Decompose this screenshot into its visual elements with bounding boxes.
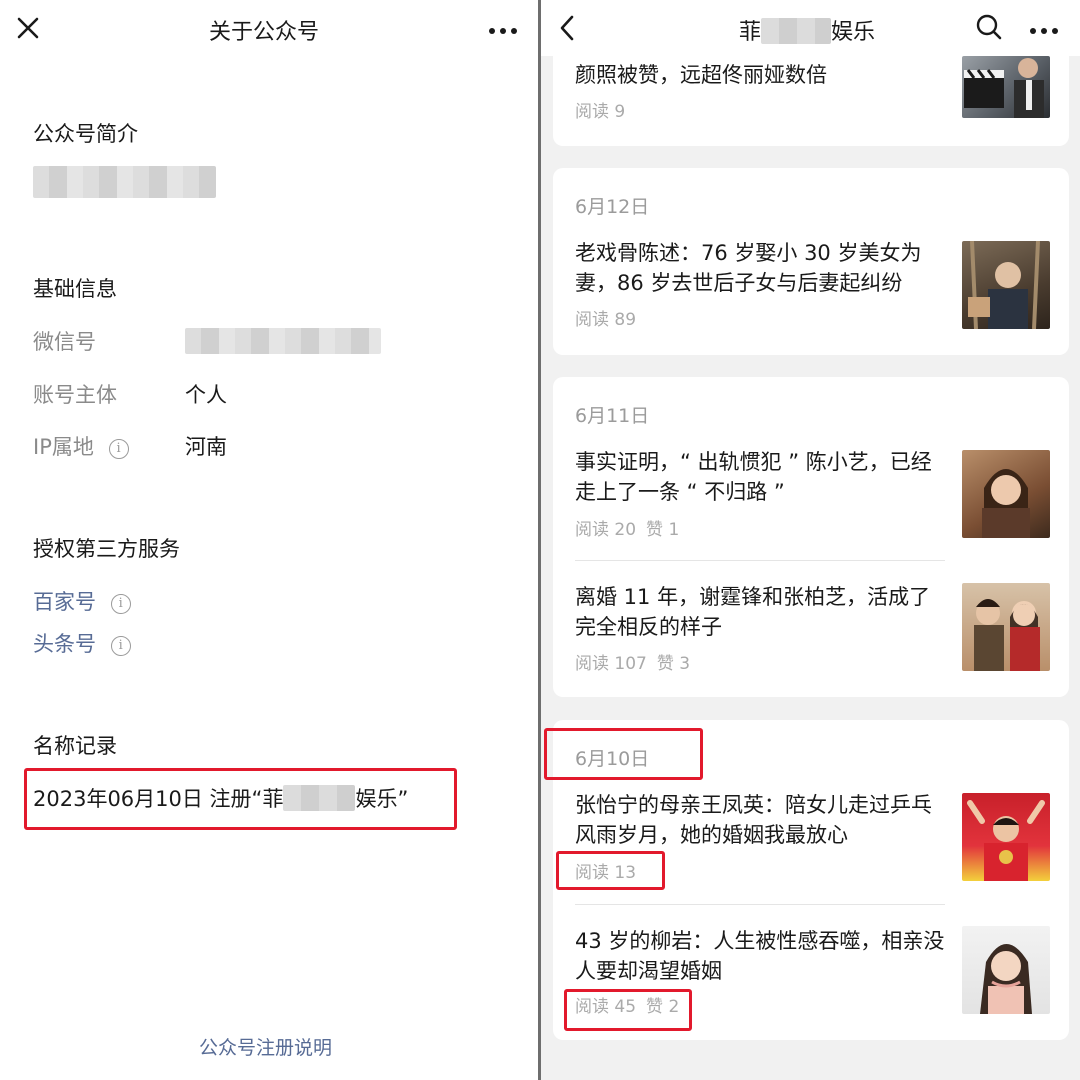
read-count: 阅读 89 (575, 310, 637, 330)
article-card: 6月11日 事实证明，“ 出轨惯犯 ” 陈小艺，已经走上了一条 “ 不归路 ” … (553, 377, 1069, 697)
account-subject-label: 账号主体 (33, 383, 117, 407)
article-card: 颜照被赞，远超佟丽娅数倍 阅读 9 (553, 56, 1069, 146)
highlight-box (544, 728, 703, 780)
article-title[interactable]: 颜照被赞，远超佟丽娅数倍 (575, 60, 945, 90)
name-record-heading: 名称记录 (33, 734, 117, 758)
info-icon[interactable]: i (108, 439, 129, 459)
ip-location-label: IP属地 i (33, 431, 129, 461)
basic-info-heading: 基础信息 (33, 277, 117, 301)
third-party-heading: 授权第三方服务 (33, 537, 180, 561)
read-count: 阅读 20 (575, 520, 637, 540)
account-title-suffix: 娱乐 (831, 20, 876, 45)
info-icon[interactable]: i (110, 594, 131, 614)
ip-location-value: 河南 (185, 435, 227, 459)
like-count: 赞 3 (656, 654, 691, 674)
article-thumbnail[interactable] (962, 793, 1050, 881)
read-count: 阅读 107 (575, 654, 647, 674)
title-blurred (761, 18, 832, 44)
article-separator (575, 904, 945, 905)
third-party-item-toutiao[interactable]: 头条号 i (33, 628, 131, 658)
about-account-panel: 关于公众号 公众号简介 基础信息 微信号 账号主体 个人 IP属地 i 河南 授… (0, 0, 538, 1080)
like-count: 赞 1 (646, 520, 680, 540)
article-card: 6月12日 老戏骨陈述：76 岁娶小 30 岁美女为妻，86 岁去世后子女与后妻… (553, 168, 1069, 355)
third-party-item-baijiahao[interactable]: 百家号 i (33, 586, 131, 616)
third-party-item-label[interactable]: 头条号 (33, 632, 96, 656)
article-stats: 阅读 107 赞 3 (575, 649, 700, 674)
article-thumbnail[interactable] (962, 241, 1050, 329)
article-thumbnail[interactable] (962, 583, 1050, 671)
article-title[interactable]: 43 岁的柳岩：人生被性感吞噬，相亲没人要却渴望婚姻 (575, 926, 945, 986)
registration-info-link[interactable]: 公众号注册说明 (199, 1033, 332, 1060)
article-stats: 阅读 89 (575, 305, 646, 330)
highlight-box (556, 851, 665, 890)
article-date: 6月12日 (575, 196, 650, 218)
article-title[interactable]: 张怡宁的母亲王凤英：陪女儿走过乒乓风雨岁月，她的婚姻我最放心 (575, 790, 945, 850)
article-title[interactable]: 离婚 11 年，谢霆锋和张柏芝，活成了完全相反的样子 (575, 582, 945, 642)
account-title-prefix: 菲 (739, 20, 762, 45)
close-icon[interactable] (14, 14, 42, 42)
third-party-item-label[interactable]: 百家号 (33, 590, 96, 614)
article-thumbnail[interactable] (962, 926, 1050, 1014)
info-icon[interactable]: i (110, 636, 131, 656)
back-chevron-icon[interactable] (557, 14, 577, 42)
account-title: 菲 娱乐 (739, 14, 875, 46)
article-date: 6月11日 (575, 405, 650, 427)
highlight-box (564, 989, 692, 1031)
article-thumbnail[interactable] (962, 450, 1050, 538)
article-title[interactable]: 老戏骨陈述：76 岁娶小 30 岁美女为妻，86 岁去世后子女与后妻起纠纷 (575, 238, 945, 298)
intro-blurred-text (33, 166, 216, 198)
page-title: 关于公众号 (209, 20, 320, 45)
article-separator (575, 560, 945, 561)
account-articles-panel: 菲 娱乐 颜照被赞，远超佟丽娅数倍 阅读 9 6月12日 老戏骨陈述：76 岁娶小… (541, 0, 1080, 1080)
article-thumbnail[interactable] (962, 56, 1050, 118)
more-icon[interactable] (1029, 22, 1059, 34)
intro-heading: 公众号简介 (33, 122, 138, 146)
search-icon[interactable] (975, 13, 1003, 41)
ip-location-label-text: IP属地 (33, 435, 94, 459)
more-icon[interactable] (488, 22, 518, 34)
wechat-id-blurred (185, 328, 381, 354)
article-title[interactable]: 事实证明，“ 出轨惯犯 ” 陈小艺，已经走上了一条 “ 不归路 ” (575, 447, 945, 507)
read-count: 阅读 9 (575, 102, 626, 122)
article-stats: 阅读 9 (575, 97, 635, 122)
wechat-id-label: 微信号 (33, 330, 96, 354)
highlight-box (24, 768, 457, 830)
account-subject-value: 个人 (185, 383, 227, 407)
article-stats: 阅读 20 赞 1 (575, 515, 689, 540)
